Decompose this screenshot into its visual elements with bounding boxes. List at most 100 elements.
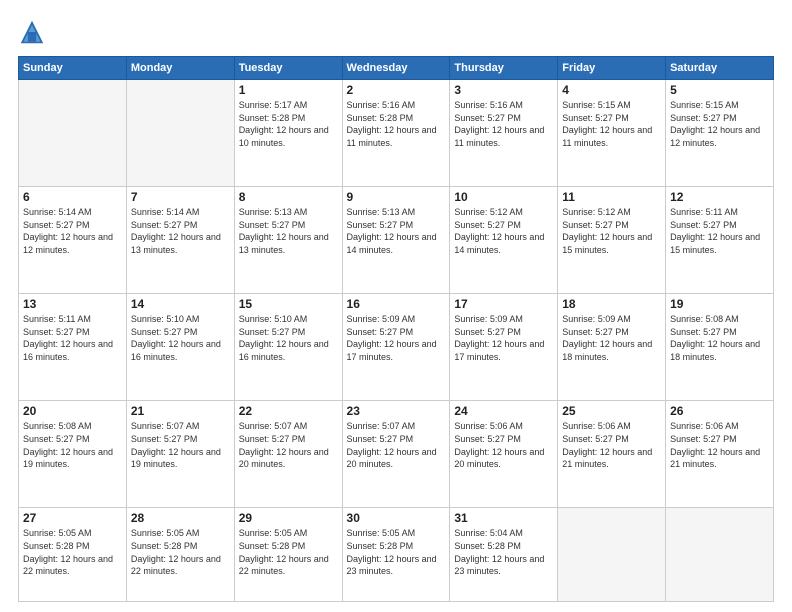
day-number: 9 — [347, 190, 446, 204]
calendar-cell: 20Sunrise: 5:08 AM Sunset: 5:27 PM Dayli… — [19, 401, 127, 508]
calendar-cell: 21Sunrise: 5:07 AM Sunset: 5:27 PM Dayli… — [126, 401, 234, 508]
day-info: Sunrise: 5:08 AM Sunset: 5:27 PM Dayligh… — [23, 420, 122, 470]
calendar-cell: 2 Sunrise: 5:16 AM Sunset: 5:28 PM Daylig… — [342, 80, 450, 187]
calendar-cell: 3 Sunrise: 5:16 AM Sunset: 5:27 PM Daylig… — [450, 80, 558, 187]
calendar-cell: 6 Sunrise: 5:14 AM Sunset: 5:27 PM Daylig… — [19, 187, 127, 294]
calendar-cell: 7 Sunrise: 5:14 AM Sunset: 5:27 PM Daylig… — [126, 187, 234, 294]
day-number: 15 — [239, 297, 338, 311]
day-number: 18 — [562, 297, 661, 311]
calendar-cell: 31 Sunrise: 5:04 AM Sunset: 5:28 PM Dayli… — [450, 508, 558, 602]
calendar-cell: 11 Sunrise: 5:12 AM Sunset: 5:27 PM Dayli… — [558, 187, 666, 294]
day-info: Sunrise: 5:12 AM Sunset: 5:27 PM Dayligh… — [562, 206, 661, 256]
day-info: Sunrise: 5:05 AM Sunset: 5:28 PM Dayligh… — [239, 527, 338, 577]
weekday-header-sunday: Sunday — [19, 57, 127, 80]
day-number: 23 — [347, 404, 446, 418]
calendar-cell: 22 Sunrise: 5:07 AM Sunset: 5:27 PM Dayli… — [234, 401, 342, 508]
header — [18, 18, 774, 46]
calendar-week-1: 1 Sunrise: 5:17 AM Sunset: 5:28 PM Daylig… — [19, 80, 774, 187]
day-number: 24 — [454, 404, 553, 418]
day-info: Sunrise: 5:15 AM Sunset: 5:27 PM Dayligh… — [562, 99, 661, 149]
day-number: 1 — [239, 83, 338, 97]
day-info: Sunrise: 5:09 AM Sunset: 5:27 PM Dayligh… — [454, 313, 553, 363]
calendar-cell: 8 Sunrise: 5:13 AM Sunset: 5:27 PM Daylig… — [234, 187, 342, 294]
day-info: Sunrise: 5:10 AM Sunset: 5:27 PM Dayligh… — [131, 313, 230, 363]
day-number: 22 — [239, 404, 338, 418]
day-info: Sunrise: 5:07 AM Sunset: 5:27 PM Dayligh… — [239, 420, 338, 470]
day-number: 11 — [562, 190, 661, 204]
day-info: Sunrise: 5:12 AM Sunset: 5:27 PM Dayligh… — [454, 206, 553, 256]
day-number: 3 — [454, 83, 553, 97]
calendar-cell — [558, 508, 666, 602]
day-info: Sunrise: 5:10 AM Sunset: 5:27 PM Dayligh… — [239, 313, 338, 363]
day-info: Sunrise: 5:14 AM Sunset: 5:27 PM Dayligh… — [131, 206, 230, 256]
calendar-cell: 26 Sunrise: 5:06 AM Sunset: 5:27 PM Dayli… — [666, 401, 774, 508]
calendar-cell: 13 Sunrise: 5:11 AM Sunset: 5:27 PM Dayli… — [19, 294, 127, 401]
calendar-cell: 29 Sunrise: 5:05 AM Sunset: 5:28 PM Dayli… — [234, 508, 342, 602]
calendar-cell: 19 Sunrise: 5:08 AM Sunset: 5:27 PM Dayli… — [666, 294, 774, 401]
calendar-cell: 24 Sunrise: 5:06 AM Sunset: 5:27 PM Dayli… — [450, 401, 558, 508]
calendar-week-5: 27Sunrise: 5:05 AM Sunset: 5:28 PM Dayli… — [19, 508, 774, 602]
day-number: 4 — [562, 83, 661, 97]
calendar-cell: 28 Sunrise: 5:05 AM Sunset: 5:28 PM Dayli… — [126, 508, 234, 602]
weekday-header-tuesday: Tuesday — [234, 57, 342, 80]
day-info: Sunrise: 5:05 AM Sunset: 5:28 PM Dayligh… — [347, 527, 446, 577]
day-info: Sunrise: 5:07 AM Sunset: 5:27 PM Dayligh… — [347, 420, 446, 470]
day-number: 8 — [239, 190, 338, 204]
calendar-cell: 16Sunrise: 5:09 AM Sunset: 5:27 PM Dayli… — [342, 294, 450, 401]
calendar-cell: 25Sunrise: 5:06 AM Sunset: 5:27 PM Dayli… — [558, 401, 666, 508]
calendar-cell — [19, 80, 127, 187]
weekday-header-wednesday: Wednesday — [342, 57, 450, 80]
calendar-week-4: 20Sunrise: 5:08 AM Sunset: 5:27 PM Dayli… — [19, 401, 774, 508]
day-number: 19 — [670, 297, 769, 311]
day-info: Sunrise: 5:11 AM Sunset: 5:27 PM Dayligh… — [670, 206, 769, 256]
calendar-cell: 14Sunrise: 5:10 AM Sunset: 5:27 PM Dayli… — [126, 294, 234, 401]
day-info: Sunrise: 5:09 AM Sunset: 5:27 PM Dayligh… — [562, 313, 661, 363]
day-number: 31 — [454, 511, 553, 525]
calendar-cell: 17 Sunrise: 5:09 AM Sunset: 5:27 PM Dayli… — [450, 294, 558, 401]
day-number: 28 — [131, 511, 230, 525]
calendar-table: SundayMondayTuesdayWednesdayThursdayFrid… — [18, 56, 774, 602]
day-number: 6 — [23, 190, 122, 204]
day-number: 21 — [131, 404, 230, 418]
day-number: 16 — [347, 297, 446, 311]
day-info: Sunrise: 5:13 AM Sunset: 5:27 PM Dayligh… — [347, 206, 446, 256]
day-number: 12 — [670, 190, 769, 204]
weekday-header-monday: Monday — [126, 57, 234, 80]
calendar-cell: 4 Sunrise: 5:15 AM Sunset: 5:27 PM Daylig… — [558, 80, 666, 187]
calendar-cell: 27Sunrise: 5:05 AM Sunset: 5:28 PM Dayli… — [19, 508, 127, 602]
generalblue-icon — [18, 18, 46, 46]
day-number: 26 — [670, 404, 769, 418]
day-number: 5 — [670, 83, 769, 97]
weekday-header-saturday: Saturday — [666, 57, 774, 80]
day-info: Sunrise: 5:06 AM Sunset: 5:27 PM Dayligh… — [454, 420, 553, 470]
calendar-cell: 10 Sunrise: 5:12 AM Sunset: 5:27 PM Dayli… — [450, 187, 558, 294]
day-info: Sunrise: 5:16 AM Sunset: 5:28 PM Dayligh… — [347, 99, 446, 149]
day-info: Sunrise: 5:06 AM Sunset: 5:27 PM Dayligh… — [670, 420, 769, 470]
calendar-cell: 15 Sunrise: 5:10 AM Sunset: 5:27 PM Dayli… — [234, 294, 342, 401]
day-number: 25 — [562, 404, 661, 418]
calendar-cell: 18 Sunrise: 5:09 AM Sunset: 5:27 PM Dayli… — [558, 294, 666, 401]
day-info: Sunrise: 5:08 AM Sunset: 5:27 PM Dayligh… — [670, 313, 769, 363]
weekday-header-row: SundayMondayTuesdayWednesdayThursdayFrid… — [19, 57, 774, 80]
day-info: Sunrise: 5:17 AM Sunset: 5:28 PM Dayligh… — [239, 99, 338, 149]
calendar-cell — [126, 80, 234, 187]
day-info: Sunrise: 5:13 AM Sunset: 5:27 PM Dayligh… — [239, 206, 338, 256]
day-number: 7 — [131, 190, 230, 204]
day-number: 17 — [454, 297, 553, 311]
day-info: Sunrise: 5:05 AM Sunset: 5:28 PM Dayligh… — [131, 527, 230, 577]
calendar-cell: 23 Sunrise: 5:07 AM Sunset: 5:27 PM Dayli… — [342, 401, 450, 508]
calendar-week-2: 6 Sunrise: 5:14 AM Sunset: 5:27 PM Daylig… — [19, 187, 774, 294]
day-info: Sunrise: 5:16 AM Sunset: 5:27 PM Dayligh… — [454, 99, 553, 149]
day-number: 10 — [454, 190, 553, 204]
calendar-week-3: 13 Sunrise: 5:11 AM Sunset: 5:27 PM Dayli… — [19, 294, 774, 401]
page: SundayMondayTuesdayWednesdayThursdayFrid… — [0, 0, 792, 612]
day-number: 29 — [239, 511, 338, 525]
day-number: 13 — [23, 297, 122, 311]
weekday-header-thursday: Thursday — [450, 57, 558, 80]
day-info: Sunrise: 5:14 AM Sunset: 5:27 PM Dayligh… — [23, 206, 122, 256]
day-info: Sunrise: 5:15 AM Sunset: 5:27 PM Dayligh… — [670, 99, 769, 149]
day-number: 2 — [347, 83, 446, 97]
day-info: Sunrise: 5:11 AM Sunset: 5:27 PM Dayligh… — [23, 313, 122, 363]
day-info: Sunrise: 5:04 AM Sunset: 5:28 PM Dayligh… — [454, 527, 553, 577]
calendar-cell: 5 Sunrise: 5:15 AM Sunset: 5:27 PM Daylig… — [666, 80, 774, 187]
